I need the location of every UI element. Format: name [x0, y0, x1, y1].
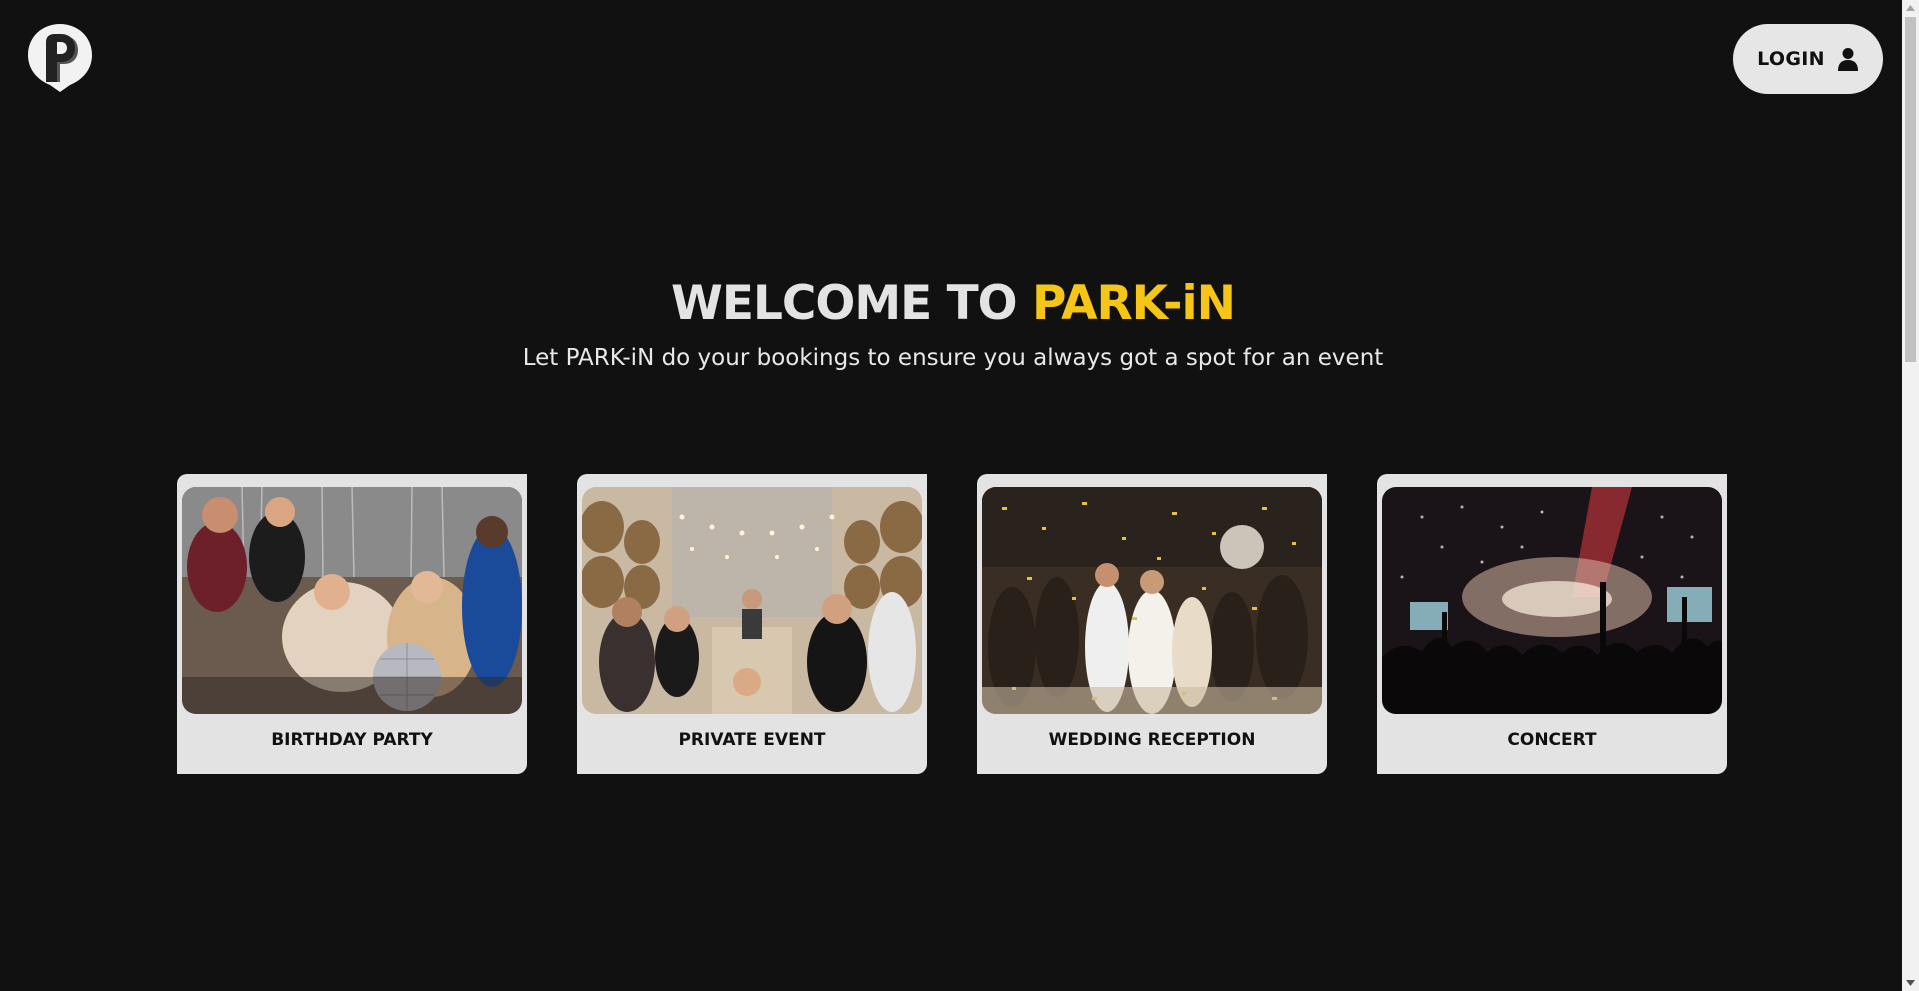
event-card-concert[interactable]: CONCERT [1377, 474, 1727, 774]
login-label: LOGIN [1757, 48, 1825, 70]
event-card-private-event[interactable]: PRIVATE EVENT [577, 474, 927, 774]
event-card-wedding-reception[interactable]: WEDDING RECEPTION [977, 474, 1327, 774]
vertical-scrollbar[interactable] [1902, 0, 1919, 991]
concert-photo [1382, 487, 1722, 714]
page-title: WELCOME TO PARK-iN [0, 274, 1906, 334]
wedding-reception-photo [982, 487, 1322, 714]
event-card-label: WEDDING RECEPTION [1048, 730, 1256, 750]
park-in-logo-icon[interactable] [26, 22, 94, 94]
scrollbar-thumb[interactable] [1905, 17, 1916, 362]
brand-name: PARK-iN [1031, 276, 1236, 331]
scroll-down-arrow-icon[interactable] [1902, 974, 1919, 991]
landing-page: LOGIN WELCOME TO PARK-iN Let PARK-iN do … [0, 0, 1919, 991]
user-icon [1837, 48, 1858, 71]
event-card-birthday-party[interactable]: BIRTHDAY PARTY [177, 474, 527, 774]
scroll-up-arrow-icon[interactable] [1902, 0, 1919, 17]
birthday-party-photo [182, 487, 522, 714]
page-subtitle: Let PARK-iN do your bookings to ensure y… [522, 345, 1384, 371]
event-card-label: BIRTHDAY PARTY [271, 730, 433, 750]
private-event-photo [582, 487, 922, 714]
event-card-label: PRIVATE EVENT [678, 730, 826, 750]
title-prefix: WELCOME TO [671, 276, 1032, 331]
login-button[interactable]: LOGIN [1733, 24, 1883, 94]
event-card-label: CONCERT [1507, 730, 1597, 750]
